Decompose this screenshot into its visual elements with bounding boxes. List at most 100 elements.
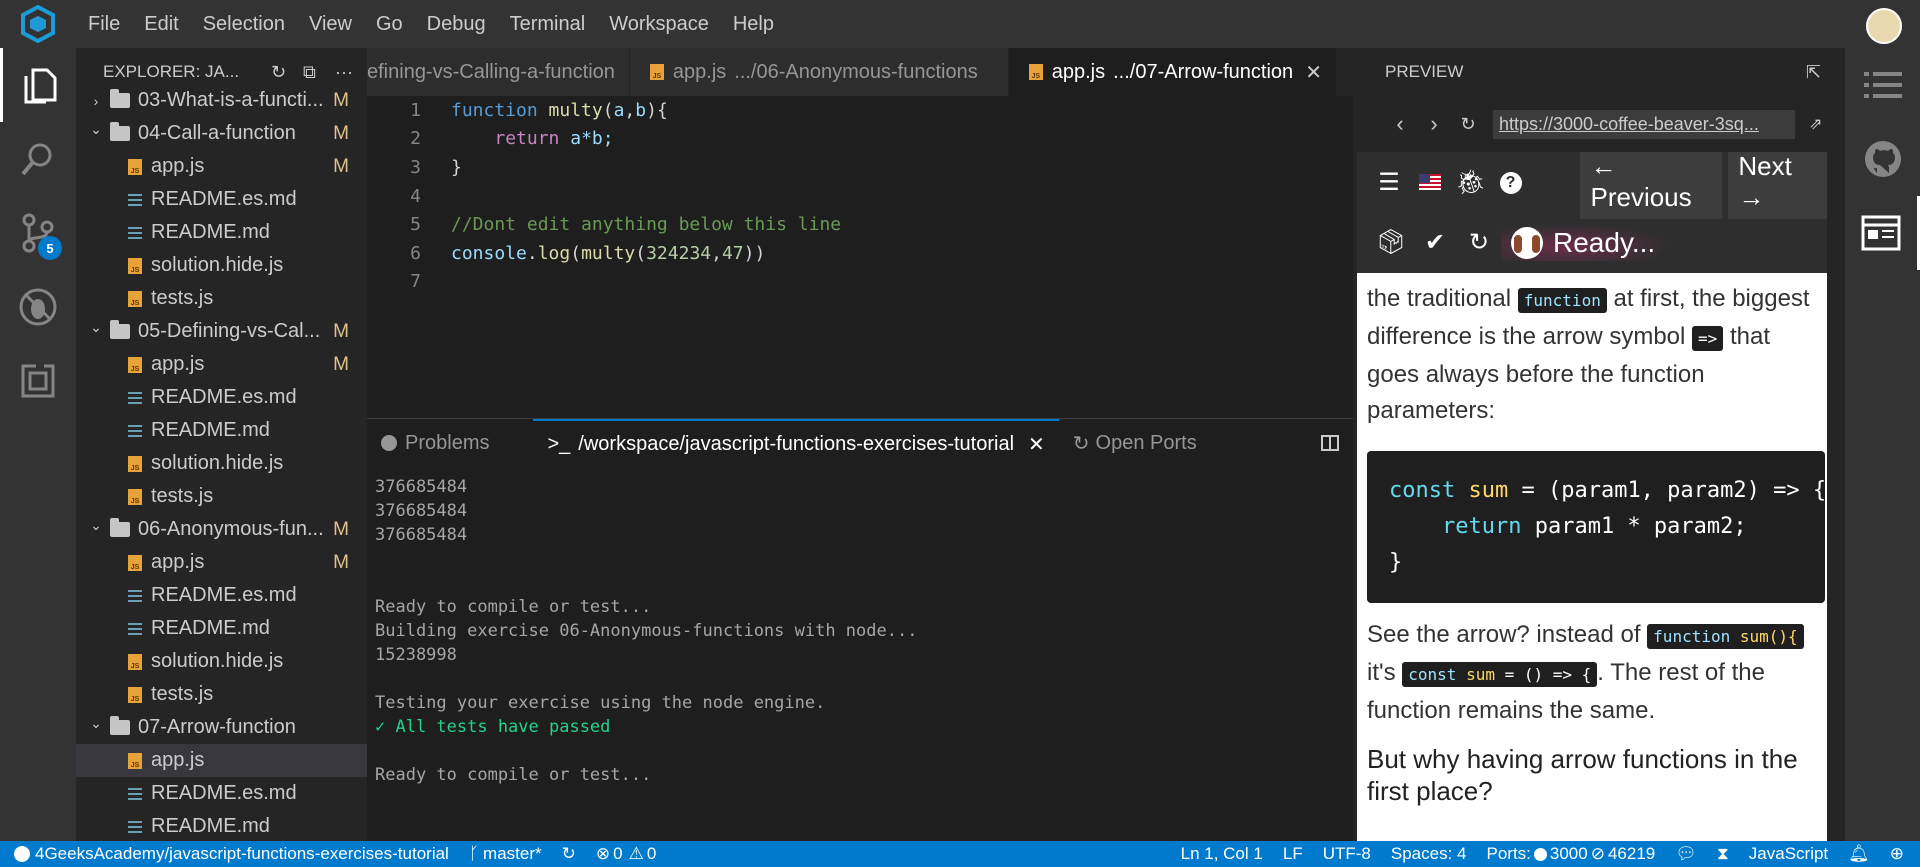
split-panel-icon[interactable]	[1321, 435, 1339, 451]
tree-file[interactable]: README.es.md	[76, 381, 367, 414]
bell-icon[interactable]: 🔔︎	[1838, 844, 1880, 864]
terminal-line: 376685484	[375, 501, 468, 521]
tree-folder[interactable]: › 03-What-is-a-functi... M	[76, 84, 367, 117]
tree-file[interactable]: JS tests.js	[76, 282, 367, 315]
code-editor[interactable]: 1 function multy(a, b){ 2 return a*b; 3 }…	[367, 96, 1353, 416]
help-icon[interactable]: ?	[1491, 170, 1531, 194]
code-block: const sum = (param1, param2) => { return…	[1367, 451, 1825, 603]
reload-icon[interactable]: ↻	[1451, 114, 1485, 135]
tree-file[interactable]: README.md	[76, 810, 367, 841]
hamburger-menu-icon[interactable]: ☰	[1369, 168, 1409, 197]
open-external-icon[interactable]: ⇱	[1806, 62, 1821, 83]
tree-file[interactable]: README.md	[76, 216, 367, 249]
hourglass-icon[interactable]: ⧗	[1707, 844, 1739, 864]
source-control-activity[interactable]: 5	[0, 196, 76, 270]
tab-app-js-07[interactable]: JS app.js .../07-Arrow-function ✕	[1008, 48, 1337, 96]
refresh-icon[interactable]: ↻	[271, 62, 291, 82]
tree-file[interactable]: JS solution.hide.js	[76, 447, 367, 480]
markdown-file-icon	[128, 622, 142, 636]
reset-icon[interactable]: ↻	[1457, 228, 1501, 257]
tab-defining-vs-calling[interactable]: efining-vs-Calling-a-function	[367, 48, 630, 96]
tree-item-label: 04-Call-a-function	[138, 122, 296, 144]
back-icon[interactable]: ‹	[1383, 111, 1417, 137]
tree-folder[interactable]: ⌄ 06-Anonymous-fun... M	[76, 513, 367, 546]
code-token: a	[613, 99, 625, 121]
menu-help[interactable]: Help	[721, 0, 786, 48]
broadcast-icon[interactable]: ⊕	[1880, 844, 1920, 864]
outline-activity[interactable]	[1845, 48, 1920, 122]
more-icon[interactable]: ···	[335, 62, 355, 82]
inline-code: const sum = () => {	[1402, 662, 1598, 687]
tree-file[interactable]: JS solution.hide.js	[76, 249, 367, 282]
extensions-activity[interactable]	[0, 344, 76, 418]
github-activity[interactable]	[1845, 122, 1920, 196]
eol-item[interactable]: LF	[1273, 844, 1313, 864]
menu-file[interactable]: File	[76, 0, 132, 48]
account-avatar[interactable]	[1866, 8, 1902, 44]
menu-selection[interactable]: Selection	[191, 0, 297, 48]
modified-indicator: M	[333, 353, 349, 375]
tree-file[interactable]: README.es.md	[76, 777, 367, 810]
tree-folder[interactable]: ⌄ 04-Call-a-function M	[76, 117, 367, 150]
sync-icon[interactable]: ↻	[552, 844, 586, 864]
tree-file[interactable]: JS app.js M	[76, 546, 367, 579]
bug-icon[interactable]: 🐞︎	[1451, 168, 1491, 197]
js-file-icon: JS	[128, 653, 142, 670]
close-icon[interactable]: ✕	[1028, 432, 1045, 457]
tree-file[interactable]: JS solution.hide.js	[76, 645, 367, 678]
previous-button[interactable]: ← Previous	[1580, 152, 1723, 219]
js-file-icon: JS	[128, 356, 142, 373]
debug-activity[interactable]	[0, 270, 76, 344]
cursor-position[interactable]: Ln 1, Col 1	[1171, 844, 1273, 864]
menu-debug[interactable]: Debug	[415, 0, 498, 48]
branch-item[interactable]: ᚴ master*	[459, 844, 552, 864]
tab-problems[interactable]: Problems	[367, 419, 503, 467]
tree-folder[interactable]: ⌄ 05-Defining-vs-Cal... M	[76, 315, 367, 348]
forward-icon[interactable]: ›	[1417, 111, 1451, 137]
tree-file[interactable]: README.es.md	[76, 579, 367, 612]
tree-file[interactable]: JS app.js M	[76, 348, 367, 381]
menu-edit[interactable]: Edit	[132, 0, 190, 48]
check-icon[interactable]: ✔	[1413, 228, 1457, 257]
chevron-down-icon: ⌄	[90, 121, 102, 137]
language-mode[interactable]: JavaScript	[1739, 844, 1838, 864]
tab-open-ports[interactable]: ↻ Open Ports	[1059, 419, 1211, 467]
tree-file[interactable]: JS tests.js	[76, 480, 367, 513]
encoding-item[interactable]: UTF-8	[1313, 844, 1381, 864]
explorer-activity[interactable]	[0, 48, 76, 122]
tree-file[interactable]: JS app.js	[76, 744, 367, 777]
gitpod-logo-icon[interactable]	[0, 0, 76, 48]
close-icon[interactable]: ✕	[1305, 60, 1322, 85]
menu-workspace[interactable]: Workspace	[597, 0, 721, 48]
js-file-icon: JS	[128, 257, 142, 274]
tab-terminal[interactable]: >_ /workspace/javascript-functions-exerc…	[533, 419, 1059, 467]
url-input[interactable]: https://3000-coffee-beaver-3sq...	[1493, 109, 1795, 139]
open-box-icon[interactable]: 📦︎	[1369, 228, 1413, 257]
tree-file[interactable]: README.es.md	[76, 183, 367, 216]
feedback-icon[interactable]: 💬︎	[1665, 844, 1707, 864]
ports-item[interactable]: Ports: 3000 ⊘ 46219	[1476, 844, 1665, 864]
preview-activity[interactable]	[1845, 196, 1920, 270]
terminal-output[interactable]: 376685484 376685484 376685484 Ready to comp…	[367, 467, 1353, 795]
menu-go[interactable]: Go	[364, 0, 415, 48]
open-in-browser-icon[interactable]: ⇗	[1809, 114, 1822, 134]
search-activity[interactable]	[0, 122, 76, 196]
tree-file[interactable]: README.md	[76, 612, 367, 645]
collapse-all-icon[interactable]: ⧉	[303, 62, 323, 82]
problems-item[interactable]: ⊗ 0 ⚠ 0	[586, 844, 666, 864]
menu-terminal[interactable]: Terminal	[498, 0, 598, 48]
chevron-down-icon: ⌄	[90, 517, 102, 533]
tree-file[interactable]: JS app.js M	[76, 150, 367, 183]
tree-folder[interactable]: ⌄ 07-Arrow-function	[76, 711, 367, 744]
repo-item[interactable]: 4GeeksAcademy/javascript-functions-exerc…	[0, 844, 459, 864]
tree-file[interactable]: README.md	[76, 414, 367, 447]
tree-item-label: README.md	[151, 815, 270, 837]
next-label: Next	[1738, 152, 1792, 181]
tab-app-js-06[interactable]: JS app.js .../06-Anonymous-functions	[629, 48, 1009, 96]
tree-file[interactable]: JS tests.js	[76, 678, 367, 711]
menu-view[interactable]: View	[297, 0, 364, 48]
next-button[interactable]: Next →	[1728, 152, 1827, 219]
indentation-item[interactable]: Spaces: 4	[1381, 844, 1477, 864]
us-flag-icon[interactable]	[1418, 174, 1441, 190]
